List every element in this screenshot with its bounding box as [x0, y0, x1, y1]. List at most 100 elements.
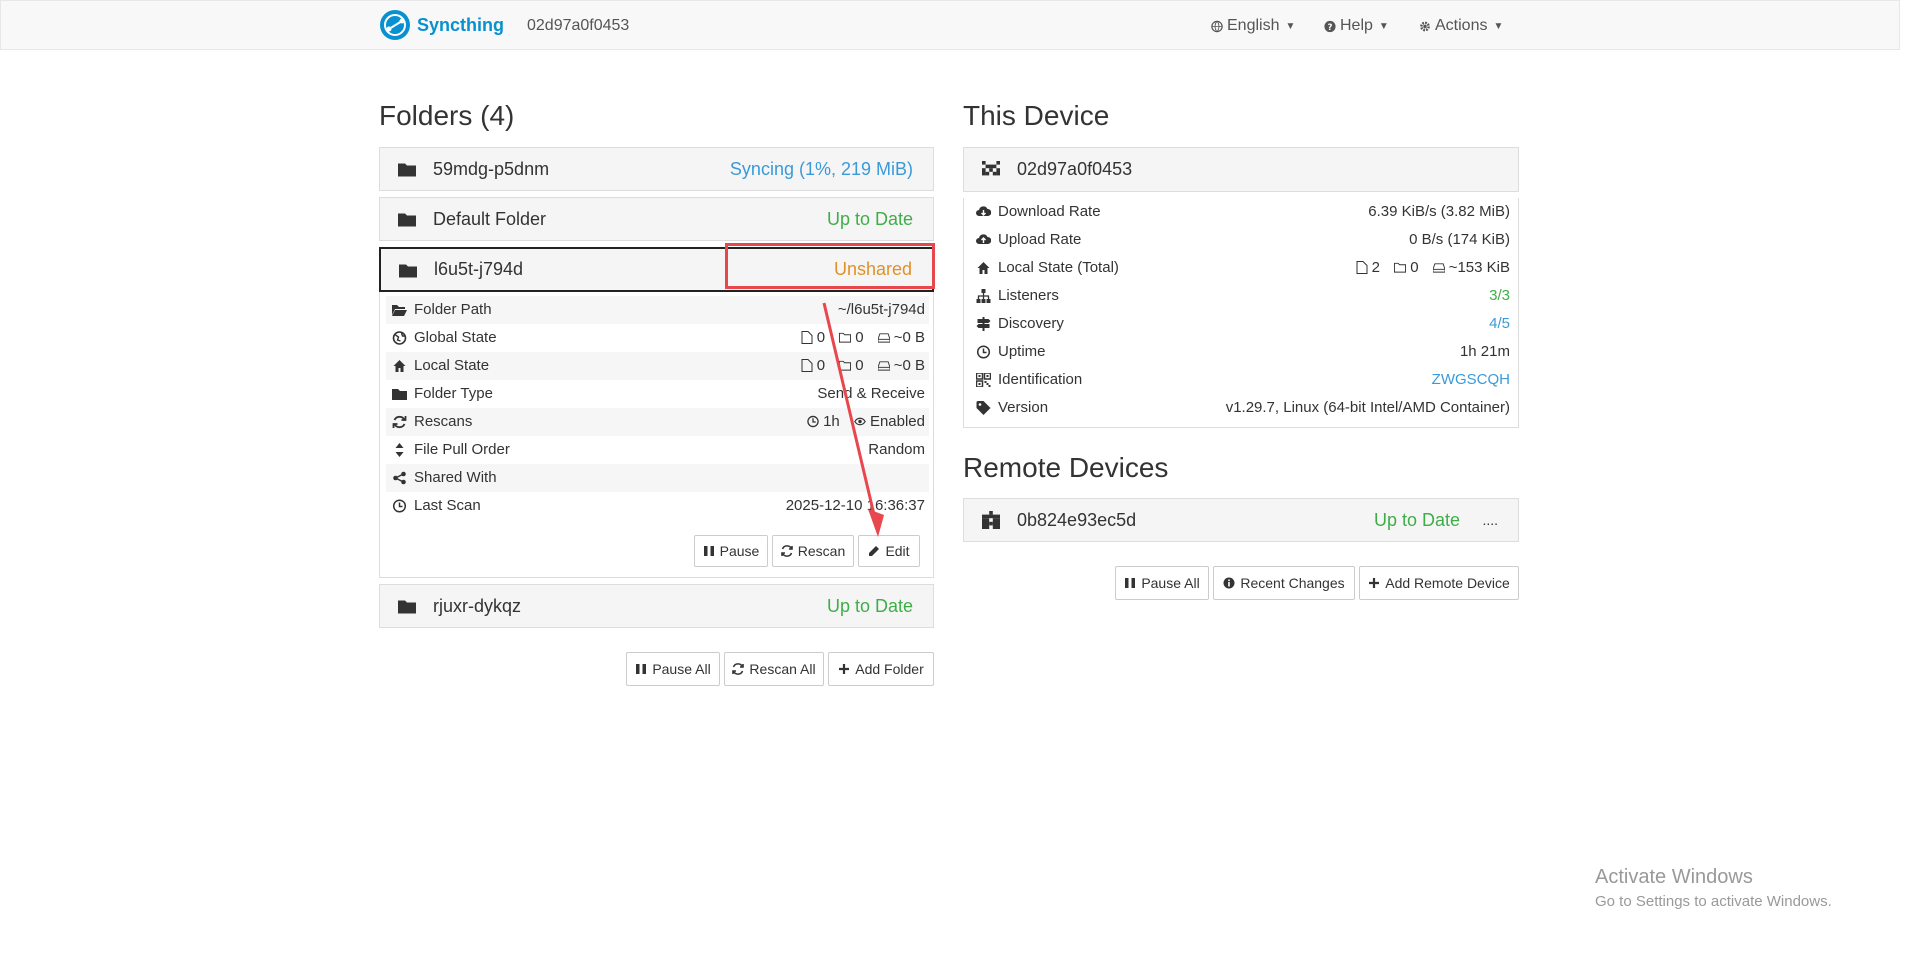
home-icon: [393, 360, 406, 372]
folder-panel[interactable]: 59mdg-p5dnm Syncing (1%, 219 MiB): [379, 147, 934, 191]
clock-icon: [976, 345, 991, 359]
this-device-title: This Device: [963, 100, 1110, 131]
recent-changes-button[interactable]: Recent Changes: [1213, 566, 1355, 600]
language-label: English: [1227, 17, 1280, 34]
detail-label: Last Scan: [414, 497, 481, 514]
detail-value: 0 B/s (174 KiB): [1409, 231, 1510, 248]
question-icon: ?: [1324, 20, 1336, 32]
detail-label: Listeners: [998, 287, 1059, 304]
refresh-icon: [392, 415, 407, 429]
syncthing-logo-icon: [380, 10, 410, 40]
brand-name: Syncthing: [417, 14, 505, 35]
remote-device-extra: ....: [1482, 512, 1498, 528]
detail-label: Rescans: [414, 413, 473, 430]
pause-all-label: Pause All: [652, 661, 711, 677]
row-listeners: Listeners 3/3: [964, 282, 1518, 310]
pause-all-folders-button[interactable]: Pause All: [626, 652, 720, 686]
folder-icon: [398, 600, 416, 614]
folder-panel[interactable]: rjuxr-dykqz Up to Date: [379, 584, 934, 628]
folder-status: Up to Date: [826, 595, 913, 616]
watermark-title: Activate Windows: [1595, 866, 1753, 888]
refresh-icon: [732, 663, 745, 675]
remote-device-panel[interactable]: 0b824e93ec5d Up to Date ....: [963, 498, 1519, 542]
folder-name: l6u5t-j794d: [434, 259, 524, 279]
share-icon: [393, 471, 406, 485]
refresh-icon: [780, 545, 793, 557]
hdd-icon: [1432, 263, 1445, 273]
folder-status: Up to Date: [826, 208, 913, 229]
this-device-header[interactable]: 02d97a0f0453: [963, 147, 1519, 192]
globe-icon: [392, 331, 407, 345]
recent-changes-label: Recent Changes: [1240, 575, 1345, 591]
brand[interactable]: Syncthing: [379, 9, 504, 41]
gear-icon: [1420, 21, 1430, 31]
detail-label: Local State: [414, 357, 490, 374]
add-folder-button[interactable]: Add Folder: [828, 652, 934, 686]
row-download-rate: Download Rate 6.39 KiB/s (3.82 MiB): [964, 198, 1518, 226]
remote-device-name: 0b824e93ec5d: [1017, 509, 1137, 530]
dir-count: 0: [1410, 259, 1419, 276]
detail-label: Download Rate: [998, 203, 1101, 220]
actions-label: Actions: [1435, 17, 1488, 34]
detail-value: 1h 21m: [1459, 343, 1510, 360]
folder-status: Syncing (1%, 219 MiB): [729, 158, 913, 179]
detail-label: Upload Rate: [998, 231, 1082, 248]
pause-button[interactable]: Pause: [694, 535, 768, 567]
folder-panel[interactable]: Default Folder Up to Date: [379, 197, 934, 241]
rescan-label: Rescan: [797, 543, 846, 559]
file-count: 2: [1371, 259, 1381, 276]
watermark-subtitle: Go to Settings to activate Windows.: [1595, 893, 1832, 910]
folder-name: rjuxr-dykqz: [433, 595, 522, 616]
detail-label: Identification: [998, 371, 1083, 388]
detail-label: Version: [998, 399, 1049, 416]
pause-all-label: Pause All: [1141, 575, 1200, 591]
cloud-upload-icon: [976, 234, 991, 244]
device-id: 02d97a0f0453: [527, 17, 630, 34]
rescan-all-button[interactable]: Rescan All: [724, 652, 824, 686]
folder-name: Default Folder: [433, 208, 547, 229]
listeners-link[interactable]: 3/3: [1489, 287, 1510, 304]
detail-label: Folder Type: [414, 385, 493, 402]
detail-label: Shared With: [414, 469, 497, 486]
pause-all-devices-button[interactable]: Pause All: [1115, 566, 1209, 600]
detail-label: Discovery: [998, 315, 1064, 332]
identification-link[interactable]: ZWGSCQH: [1432, 371, 1510, 388]
pause-label: Pause: [719, 543, 760, 559]
pause-icon: [636, 664, 647, 674]
detail-label: Uptime: [998, 343, 1046, 360]
edit-label: Edit: [885, 543, 910, 559]
caret-down-icon: ▼: [1493, 20, 1504, 32]
detail-value: 2 0 ~153 KiB: [1346, 259, 1510, 278]
file-icon: [1356, 261, 1368, 274]
this-device-name: 02d97a0f0453: [1017, 159, 1133, 179]
rescan-all-label: Rescan All: [749, 661, 816, 677]
pencil-icon: [869, 546, 880, 556]
folder-icon: [398, 163, 416, 177]
add-remote-device-button[interactable]: Add Remote Device: [1359, 566, 1519, 600]
annotation-arrow: [822, 302, 884, 537]
cloud-download-icon: [976, 206, 991, 216]
identicon-icon: [982, 160, 1000, 175]
help-menu[interactable]: ? Help ▼: [1324, 17, 1389, 35]
discovery-link[interactable]: 4/5: [1489, 315, 1510, 332]
row-upload-rate: Upload Rate 0 B/s (174 KiB): [964, 226, 1518, 254]
caret-down-icon: ▼: [1285, 20, 1296, 32]
pause-icon: [703, 546, 714, 556]
language-menu[interactable]: English ▼: [1211, 17, 1295, 35]
globe-icon: [1211, 20, 1223, 32]
signpost-icon: [976, 317, 991, 331]
info-icon: [1223, 577, 1235, 589]
folders-title: Folders (4): [379, 100, 515, 131]
plus-icon: [1369, 578, 1380, 588]
folder-name: 59mdg-p5dnm: [433, 158, 550, 179]
home-icon: [977, 262, 990, 274]
folder-icon: [392, 389, 407, 400]
detail-label: File Pull Order: [414, 441, 510, 458]
folder-icon: [398, 213, 416, 227]
plus-icon: [839, 664, 850, 674]
detail-label: Local State (Total): [998, 259, 1119, 276]
folder-icon: [399, 264, 417, 277]
actions-menu[interactable]: Actions ▼: [1419, 17, 1503, 35]
folder-open-icon: [392, 305, 407, 316]
sort-icon: [395, 443, 404, 457]
